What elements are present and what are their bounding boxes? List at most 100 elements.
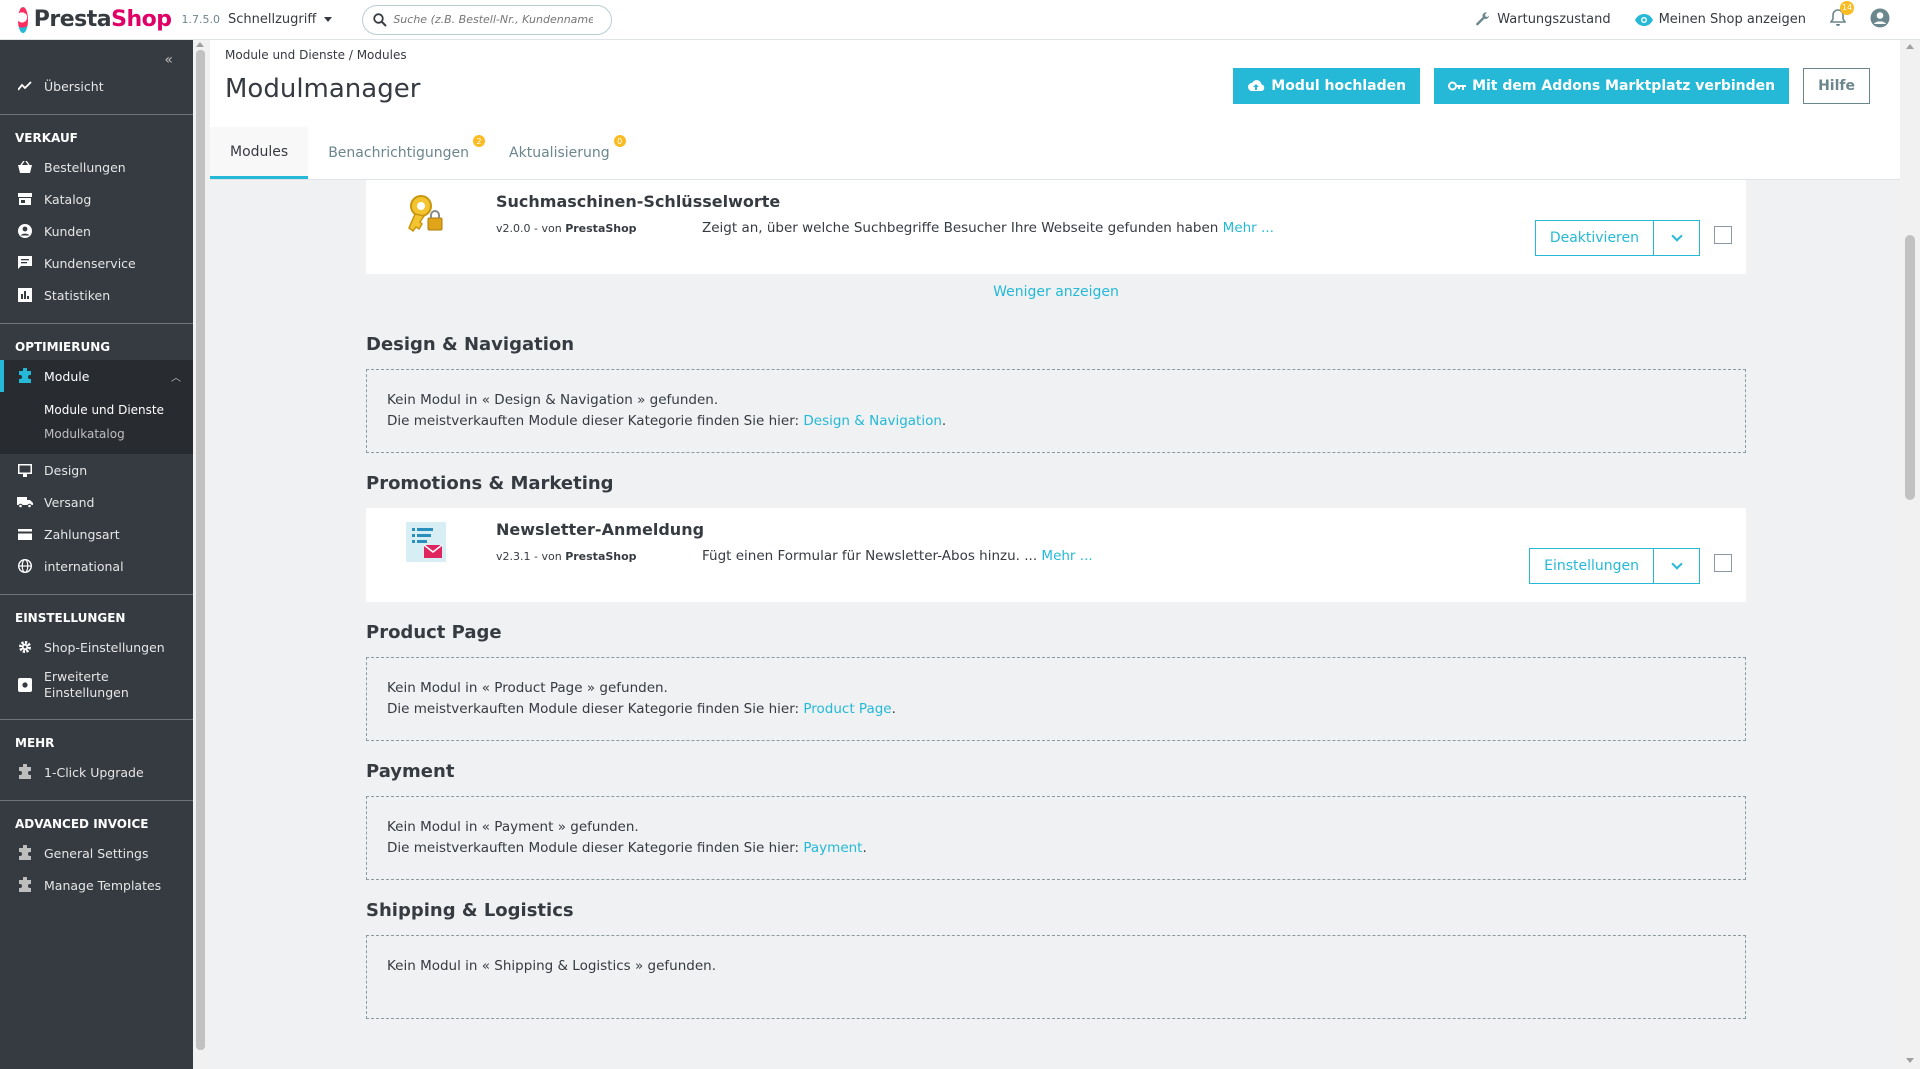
chat-icon (16, 254, 34, 272)
sidebar-item-manage-templates[interactable]: Manage Templates (0, 869, 193, 901)
wrench-icon (1476, 11, 1490, 25)
section-optimization: OPTIMIERUNG (15, 340, 111, 354)
eye-icon (1634, 13, 1653, 26)
module-card-seo: Suchmaschinen-Schlüsselworte v2.0.0 - vo… (366, 180, 1746, 274)
user-avatar-button[interactable] (1870, 8, 1890, 32)
module-actions-dropdown[interactable] (1654, 220, 1700, 256)
puzzle-icon (16, 367, 34, 385)
more-link[interactable]: Mehr ... (1223, 220, 1274, 236)
section-advanced-invoice: ADVANCED INVOICE (15, 817, 149, 831)
module-actions-dropdown[interactable] (1654, 548, 1700, 584)
category-title: Design & Navigation (366, 334, 575, 355)
settings-box-icon (16, 676, 34, 694)
chevron-down-icon (1670, 558, 1683, 570)
puzzle-icon (16, 763, 34, 781)
bestseller-link[interactable]: Design & Navigation (803, 413, 942, 429)
sidebar-item-1-click-upgrade[interactable]: 1-Click Upgrade (0, 756, 193, 788)
sidebar-item-orders[interactable]: Bestellungen (0, 151, 193, 183)
help-button[interactable]: Hilfe (1803, 68, 1870, 104)
sidebar-item-catalog[interactable]: Katalog (0, 183, 193, 215)
trending-icon (16, 77, 34, 95)
account-circle-icon (16, 222, 34, 240)
module-select-checkbox[interactable] (1714, 554, 1732, 572)
module-name: Newsletter-Anmeldung (496, 520, 705, 539)
collapse-sidebar-icon[interactable]: « (164, 52, 173, 68)
version-label: 1.7.5.0 (181, 13, 220, 26)
sidebar-item-advanced-settings[interactable]: Erweiterte Einstellungen (0, 663, 193, 707)
empty-category-box: Kein Modul in « Payment » gefunden. Die … (366, 796, 1746, 880)
tab-modules[interactable]: Modules (210, 127, 309, 179)
more-link[interactable]: Mehr ... (1041, 548, 1092, 564)
view-shop-link[interactable]: Meinen Shop anzeigen (1634, 12, 1806, 27)
category-title: Promotions & Marketing (366, 473, 614, 494)
sidebar-item-design[interactable]: Design (0, 454, 193, 486)
bestseller-link[interactable]: Payment (803, 840, 862, 856)
sidebar-item-overview[interactable]: Übersicht (0, 70, 193, 102)
sidebar-subitem-modules-services[interactable]: Module und Dienste (44, 398, 193, 422)
empty-category-box: Kein Modul in « Design & Navigation » ge… (366, 369, 1746, 453)
scroll-down-icon[interactable] (1906, 1058, 1914, 1063)
notifications-button[interactable]: 14 (1829, 0, 1854, 31)
breadcrumb-parent[interactable]: Module und Dienste (225, 48, 345, 62)
category-title: Product Page (366, 622, 502, 643)
newsletter-list-icon (406, 522, 446, 562)
sidebar-item-customers[interactable]: Kunden (0, 215, 193, 247)
puzzle-icon (16, 876, 34, 894)
top-header: PrestaShop 1.7.5.0 Schnellzugriff Wartun… (0, 0, 1920, 40)
category-title: Shipping & Logistics (366, 900, 574, 921)
caret-down-icon (324, 17, 333, 22)
empty-category-box: Kein Modul in « Product Page » gefunden.… (366, 657, 1746, 741)
section-settings: EINSTELLUNGEN (15, 611, 126, 625)
section-more: MEHR (15, 736, 55, 750)
puzzle-icon (16, 844, 34, 862)
configure-button[interactable]: Einstellungen (1529, 548, 1654, 584)
credit-card-icon (16, 525, 34, 543)
page-title: Modulmanager (225, 74, 421, 104)
sidebar-item-payment[interactable]: Zahlungsart (0, 518, 193, 550)
scroll-up-icon[interactable] (1906, 44, 1914, 49)
notifications-badge: 14 (1840, 0, 1854, 15)
sidebar-item-general-settings[interactable]: General Settings (0, 837, 193, 869)
breadcrumb-current: Modules (356, 48, 407, 62)
scroll-thumb[interactable] (1905, 235, 1915, 500)
sidebar-item-statistics[interactable]: Statistiken (0, 279, 193, 311)
deactivate-button[interactable]: Deaktivieren (1534, 220, 1654, 256)
chevron-up-icon: ︿ (171, 372, 181, 384)
sidebar-scrollbar[interactable] (193, 40, 208, 1069)
module-description: Fügt einen Formular für Newsletter-Abos … (702, 548, 1093, 564)
tab-updates[interactable]: Aktualisierung 0 (489, 127, 630, 179)
show-less-link[interactable]: Weniger anzeigen (366, 284, 1746, 314)
store-icon (16, 190, 34, 208)
prestashop-logo[interactable]: PrestaShop 1.7.5.0 (0, 6, 220, 33)
section-sales: VERKAUF (15, 131, 78, 145)
sidebar-item-customer-service[interactable]: Kundenservice (0, 247, 193, 279)
sidebar-item-international[interactable]: international (0, 550, 193, 582)
page-header: Module und Dienste / Modules Modulmanage… (210, 40, 1900, 180)
module-select-checkbox[interactable] (1714, 226, 1732, 244)
updates-tab-badge: 0 (613, 135, 626, 147)
sidebar-subitem-module-catalog[interactable]: Modulkatalog (44, 422, 193, 446)
search-input[interactable] (393, 13, 594, 26)
module-list: Suchmaschinen-Schlüsselworte v2.0.0 - vo… (366, 180, 1746, 1069)
sidebar-item-modules[interactable]: Module ︿ (0, 360, 193, 392)
quick-access-dropdown[interactable]: Schnellzugriff (228, 12, 333, 27)
sidebar-item-shipping[interactable]: Versand (0, 486, 193, 518)
page-scrollbar[interactable] (1900, 40, 1920, 1069)
breadcrumb: Module und Dienste / Modules (225, 48, 407, 62)
sidebar-item-shop-settings[interactable]: Shop-Einstellungen (0, 631, 193, 663)
maintenance-link[interactable]: Wartungszustand (1475, 11, 1611, 28)
key-icon (1448, 81, 1467, 91)
empty-category-box: Kein Modul in « Shipping & Logistics » g… (366, 935, 1746, 1019)
connect-addons-button[interactable]: Mit dem Addons Marktplatz verbinden (1434, 68, 1790, 104)
module-tabs: Modules Benachrichtigungen 2 Aktualisieru… (210, 127, 630, 179)
bestseller-link[interactable]: Product Page (803, 701, 891, 717)
tab-notifications[interactable]: Benachrichtigungen 2 (308, 127, 489, 179)
gear-icon (16, 638, 34, 656)
upload-module-button[interactable]: Modul hochladen (1233, 68, 1421, 104)
bar-chart-icon (16, 286, 34, 304)
search-icon (373, 12, 388, 27)
chevron-down-icon (1670, 230, 1683, 242)
globe-icon (16, 557, 34, 575)
module-name: Suchmaschinen-Schlüsselworte (496, 192, 781, 211)
search-box[interactable] (362, 4, 613, 35)
